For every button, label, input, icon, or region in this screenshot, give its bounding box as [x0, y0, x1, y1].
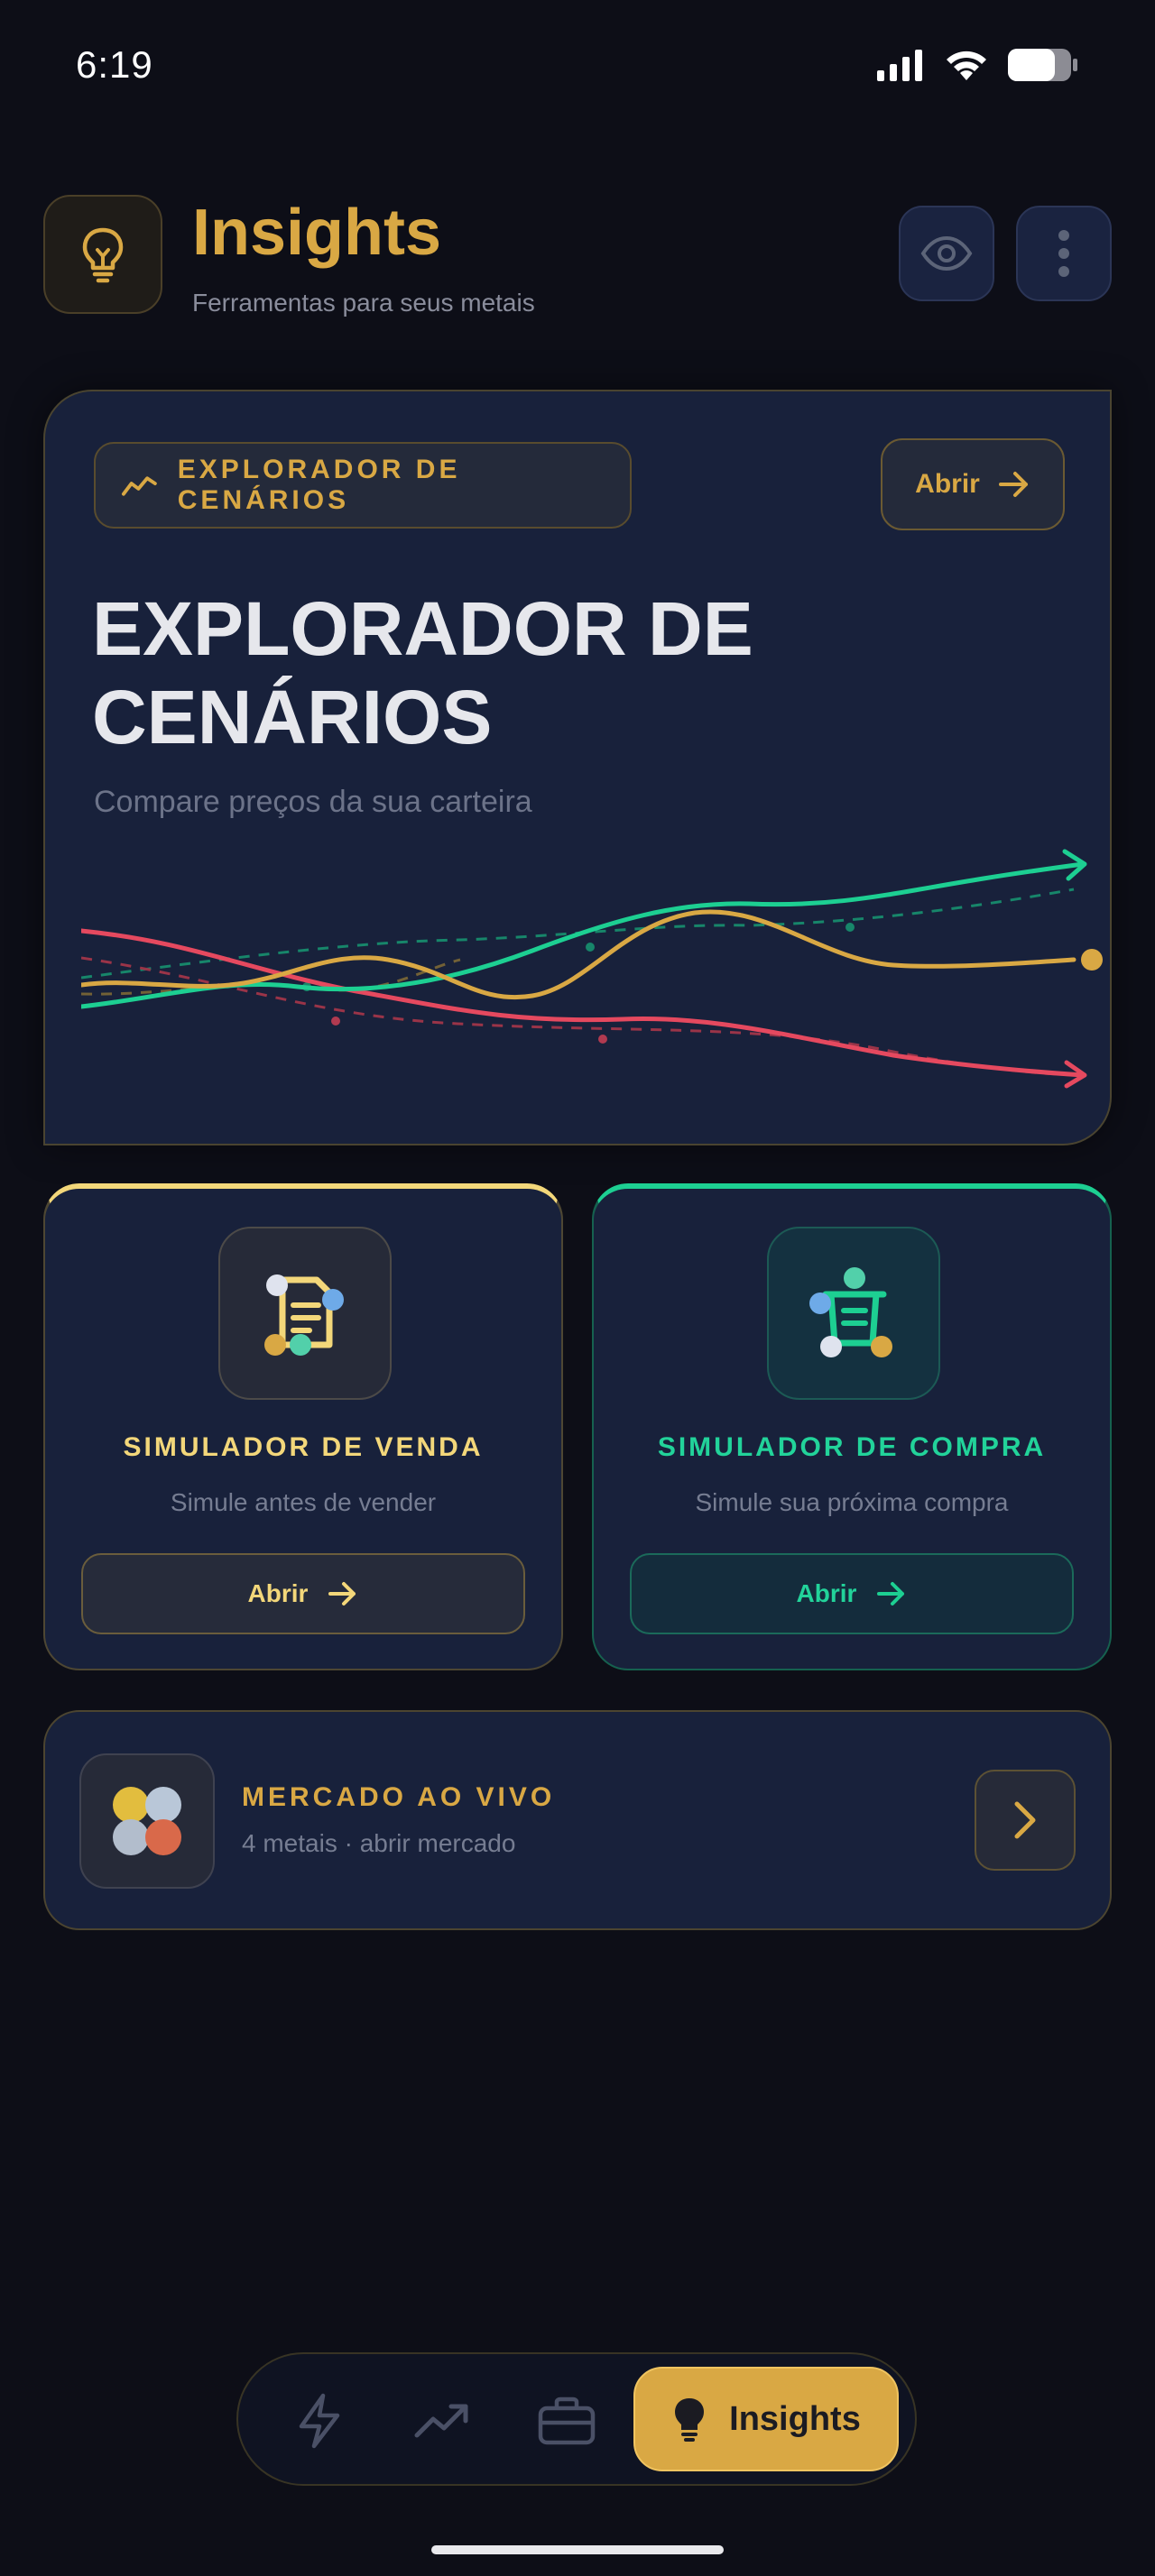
open-button-label: Abrir	[247, 1579, 309, 1607]
nav-item-insights[interactable]: Insights	[633, 2367, 899, 2471]
sell-simulator-icon-tile	[218, 1227, 392, 1400]
lightbulb-icon	[675, 2398, 705, 2442]
green-point	[845, 923, 855, 932]
open-buy-simulator-button[interactable]: Abrir	[630, 1553, 1074, 1634]
more-vertical-icon	[1058, 230, 1069, 277]
market-icon-tile	[79, 1753, 215, 1889]
scenario-chart-illustration	[81, 849, 1103, 1089]
live-market-subtitle: 4 metais · abrir mercado	[242, 1829, 516, 1857]
eye-icon	[920, 235, 973, 271]
sell-simulator-description: Simule antes de vender	[170, 1488, 437, 1516]
signal-icon	[877, 50, 922, 81]
page-header: Insights Ferramentas para seus metais	[43, 195, 1112, 317]
open-scenario-explorer-button[interactable]: Abrir	[881, 438, 1065, 530]
trending-icon	[121, 476, 157, 496]
buy-simulator-description: Simule sua próxima compra	[695, 1488, 1009, 1516]
scenario-explorer-tag-label: EXPLORADOR DE CENÁRIOS	[177, 455, 461, 515]
visibility-toggle-button[interactable]	[899, 206, 994, 301]
buy-cart-icon	[809, 1267, 892, 1357]
metals-circles-icon	[113, 1787, 181, 1855]
green-point	[586, 943, 595, 952]
scenario-explorer-card[interactable]: EXPLORADOR DE CENÁRIOS Abrir EXPLORADOR …	[43, 390, 1112, 1145]
lightning-icon	[299, 2393, 340, 2449]
live-market-title: MERCADO AO VIVO	[242, 1782, 556, 1812]
trending-up-icon	[414, 2404, 468, 2438]
arrow-right-icon	[877, 1582, 905, 1605]
status-icons	[875, 47, 1079, 83]
battery-icon	[1008, 49, 1077, 81]
nav-item-markets[interactable]	[397, 2376, 487, 2466]
arrow-right-icon	[328, 1582, 356, 1605]
hero-description: Compare preços da sua carteira	[94, 785, 532, 819]
nav-item-insights-label: Insights	[729, 2399, 861, 2438]
scenario-explorer-tag: EXPLORADOR DE CENÁRIOS	[94, 442, 632, 529]
red-scenario-line	[81, 928, 1086, 1078]
hero-title: EXPLORADOR DE CENÁRIOS	[92, 586, 753, 759]
nav-item-activity[interactable]	[274, 2376, 365, 2466]
page-subtitle: Ferramentas para seus metais	[192, 289, 535, 317]
status-time: 6:19	[76, 43, 153, 86]
arrow-right-icon	[998, 472, 1028, 497]
sell-simulator-card[interactable]: SIMULADOR DE VENDA Simule antes de vende…	[43, 1183, 563, 1670]
open-button-label: Abrir	[915, 469, 980, 499]
lightbulb-icon	[82, 227, 124, 283]
app-logo	[43, 195, 162, 314]
more-options-button[interactable]	[1016, 206, 1112, 301]
status-bar: 6:19	[0, 0, 1155, 135]
briefcase-icon	[538, 2397, 596, 2445]
buy-simulator-title: SIMULADOR DE COMPRA	[657, 1432, 1047, 1462]
home-indicator[interactable]	[431, 2545, 724, 2554]
sell-document-icon	[264, 1274, 344, 1356]
nav-item-portfolio[interactable]	[522, 2376, 612, 2466]
open-button-label: Abrir	[796, 1579, 857, 1607]
page-title: Insights	[192, 197, 442, 269]
open-market-button[interactable]	[975, 1770, 1076, 1871]
gold-end-point	[1081, 949, 1103, 971]
sell-simulator-title: SIMULADOR DE VENDA	[123, 1432, 484, 1462]
buy-simulator-icon-tile	[767, 1227, 940, 1400]
buy-simulator-card[interactable]: SIMULADOR DE COMPRA Simule sua próxima c…	[592, 1183, 1112, 1670]
open-sell-simulator-button[interactable]: Abrir	[81, 1553, 525, 1634]
wifi-icon	[947, 51, 986, 80]
red-point	[598, 1035, 607, 1044]
gold-scenario-line	[81, 909, 1076, 1000]
bottom-navigation: Insights	[236, 2352, 917, 2486]
live-market-card[interactable]: MERCADO AO VIVO 4 metais · abrir mercado	[43, 1710, 1112, 1930]
chevron-right-icon	[1014, 1801, 1036, 1839]
red-point	[331, 1017, 340, 1026]
